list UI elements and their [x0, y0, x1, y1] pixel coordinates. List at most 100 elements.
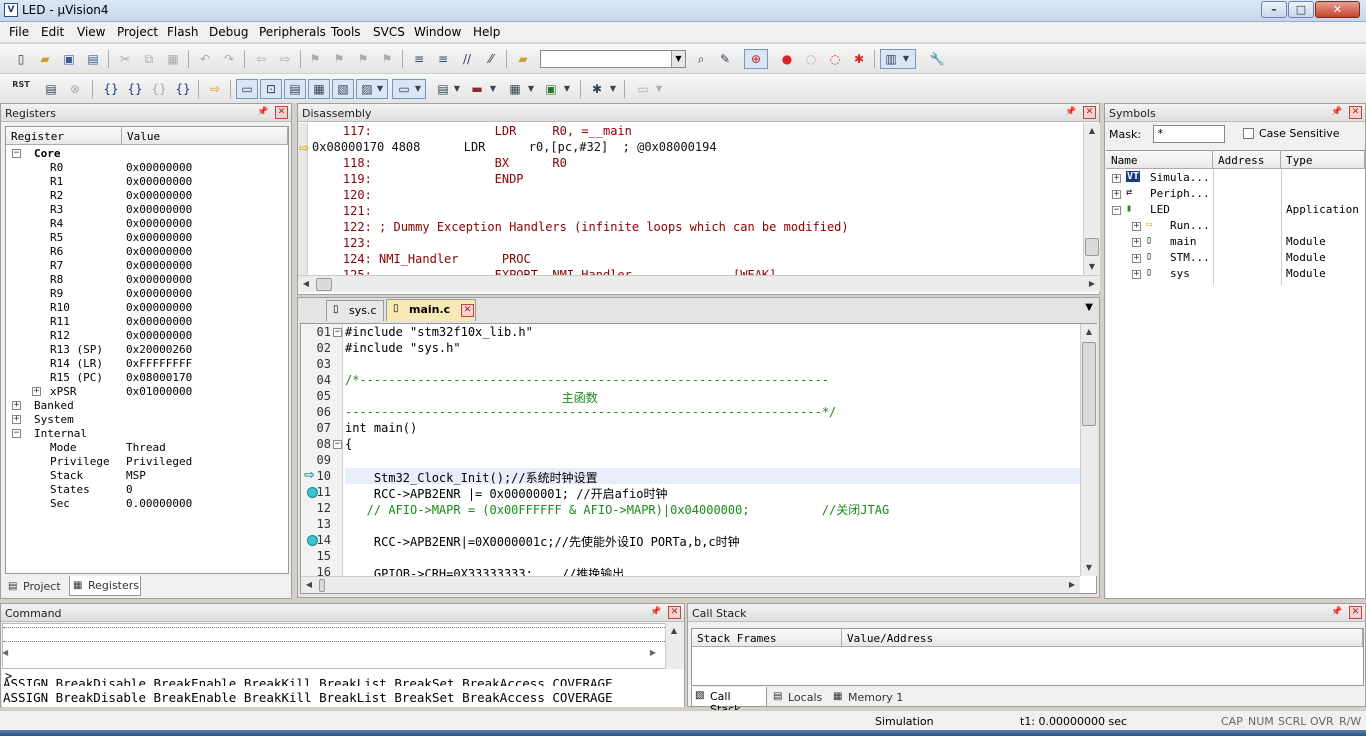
redo-icon[interactable]: ↷ [220, 50, 238, 68]
scroll-thumb[interactable] [1082, 342, 1096, 426]
incremental-find-icon[interactable]: ✎ [716, 50, 734, 68]
symbol-row[interactable]: + ▯ sys Module [1106, 267, 1365, 281]
column-header-value-address[interactable]: Value/Address [842, 629, 1363, 647]
scroll-down-icon[interactable]: ▼ [1084, 259, 1100, 275]
debug-session-button[interactable]: ⊕ [744, 49, 768, 69]
register-row[interactable]: R11 0x00000000 [6, 315, 288, 329]
logic-analyzer-icon[interactable]: ▬ [468, 80, 486, 98]
menu-svcs[interactable]: SVCS [373, 25, 405, 39]
save-icon[interactable]: ▣ [60, 50, 78, 68]
register-row[interactable]: R6 0x00000000 [6, 245, 288, 259]
disassembly-window-button[interactable]: ⊡ [260, 79, 282, 99]
scroll-up-icon[interactable]: ▲ [1084, 123, 1100, 139]
command-output[interactable] [2, 623, 666, 669]
uncomment-icon[interactable]: ⁄⁄ [482, 50, 500, 68]
disassembly-line[interactable]: 122: ; Dummy Exception Handlers (infinit… [314, 220, 849, 236]
close-icon[interactable]: ✕ [275, 106, 288, 119]
register-row[interactable]: R5 0x00000000 [6, 231, 288, 245]
scroll-down-icon[interactable]: ▼ [1081, 560, 1097, 576]
registers-window-button[interactable]: ▦ [308, 79, 330, 99]
tab-locals[interactable]: ▤ Locals [770, 688, 832, 708]
tab-registers[interactable]: ▦ Registers [69, 576, 141, 596]
code-line[interactable]: 主函数 [345, 389, 598, 405]
code-line[interactable]: int main() [345, 421, 417, 437]
register-row[interactable]: R0 0x00000000 [6, 161, 288, 175]
symbol-row[interactable]: + ⇄ Periph... [1106, 187, 1365, 201]
tab-main-c[interactable]: ▯ main.c ✕ [386, 299, 476, 321]
symbol-row[interactable]: + VT Simula... [1106, 171, 1365, 185]
symbols-window-button[interactable]: ▤ [284, 79, 306, 99]
scroll-thumb[interactable] [1085, 238, 1099, 256]
expand-icon[interactable]: + [1132, 238, 1141, 247]
pin-icon[interactable]: 📌 [1331, 106, 1343, 119]
minimize-button[interactable]: – [1261, 1, 1287, 18]
menu-window[interactable]: Window [414, 25, 461, 39]
bookmark-toggle-icon[interactable]: ⚑ [306, 50, 324, 68]
column-header-type[interactable]: Type [1281, 151, 1365, 169]
register-row[interactable]: Stack MSP [6, 469, 288, 483]
open-folder-icon[interactable]: ▰ [36, 50, 54, 68]
code-line[interactable]: ----------------------------------------… [345, 405, 836, 421]
code-line[interactable]: #include "stm32f10x_lib.h" [345, 325, 533, 341]
close-icon[interactable]: ✕ [1083, 106, 1096, 119]
disassembly-line[interactable]: 123: [314, 236, 372, 252]
debug-settings-icon[interactable]: ✱ [588, 80, 606, 98]
register-row[interactable]: R10 0x00000000 [6, 301, 288, 315]
disassembly-line[interactable]: 121: [314, 204, 372, 220]
menu-file[interactable]: File [9, 25, 29, 39]
scroll-left-icon[interactable]: ◀ [298, 276, 314, 292]
register-row[interactable]: R3 0x00000000 [6, 203, 288, 217]
disassembly-line[interactable]: 124: NMI_Handler PROC [314, 252, 531, 268]
run-to-cursor-icon[interactable]: {} [174, 80, 192, 98]
column-header-value[interactable]: Value [122, 127, 288, 145]
symbol-row[interactable]: + ▭ Run... [1106, 219, 1365, 233]
trace-window-icon[interactable]: ▭ [634, 80, 652, 98]
code-line[interactable]: Stm32_Clock_Init();//系统时钟设置 [345, 469, 598, 485]
fold-collapse-icon[interactable]: − [333, 440, 342, 449]
command-input-area[interactable]: > ASSIGN BreakDisable BreakEnable BreakK… [2, 669, 684, 707]
command-vscrollbar[interactable]: ▲ [665, 623, 683, 669]
close-icon[interactable]: ✕ [668, 606, 681, 619]
scroll-right-icon[interactable]: ▶ [1084, 276, 1100, 292]
scroll-left-icon[interactable]: ◀ [301, 577, 317, 593]
collapse-icon[interactable]: − [12, 149, 21, 158]
close-tab-icon[interactable]: ✕ [461, 304, 474, 317]
register-row[interactable]: + Banked [6, 399, 288, 413]
register-row[interactable]: R7 0x00000000 [6, 259, 288, 273]
memory-window-button[interactable]: ▭ ▼ [392, 79, 426, 99]
close-icon[interactable]: ✕ [1349, 606, 1362, 619]
menu-tools[interactable]: Tools [331, 25, 361, 39]
symbol-row[interactable]: − ▮ LED Application [1106, 203, 1365, 217]
expand-icon[interactable]: + [1132, 270, 1141, 279]
expand-icon[interactable]: + [1132, 254, 1141, 263]
register-row[interactable]: R2 0x00000000 [6, 189, 288, 203]
disassembly-line[interactable]: 118: BX R0 [314, 156, 567, 172]
configure-icon[interactable]: 🔧 [928, 50, 946, 68]
stop-icon[interactable]: ⊗ [66, 80, 84, 98]
scroll-left-icon[interactable]: ◀ [2, 648, 8, 657]
register-row[interactable]: R13 (SP) 0x20000260 [6, 343, 288, 357]
cut-icon[interactable]: ✂ [116, 50, 134, 68]
close-button[interactable]: ✕ [1315, 1, 1360, 18]
chevron-down-icon[interactable]: ▼ [488, 80, 498, 98]
execution-coverage-marker-icon[interactable] [307, 535, 318, 546]
column-header-register[interactable]: Register [6, 127, 122, 145]
paste-icon[interactable]: ▦ [164, 50, 182, 68]
menu-project[interactable]: Project [117, 25, 158, 39]
expand-icon[interactable]: + [32, 387, 41, 396]
disassembly-line[interactable]: 117: LDR R0, =__main [314, 124, 632, 140]
case-sensitive-checkbox[interactable] [1243, 128, 1254, 139]
editor-vscrollbar[interactable]: ▲ ▼ [1080, 324, 1097, 576]
expand-icon[interactable]: + [12, 415, 21, 424]
undo-icon[interactable]: ↶ [196, 50, 214, 68]
disassembly-line[interactable]: 0x08000170 4808 LDR r0,[pc,#32] ; @0x080… [312, 140, 717, 156]
symbol-row[interactable]: + ▯ STM... Module [1106, 251, 1365, 265]
comment-icon[interactable]: // [458, 50, 476, 68]
disable-breakpoints-icon[interactable]: ◌ [826, 50, 844, 68]
expand-icon[interactable]: + [1112, 190, 1121, 199]
reset-icon[interactable]: RST [12, 80, 30, 98]
code-line[interactable]: // AFIO->MAPR = (0x00FFFFFF & AFIO->MAPR… [345, 501, 890, 517]
register-row[interactable]: Mode Thread [6, 441, 288, 455]
register-row[interactable]: States 0 [6, 483, 288, 497]
disassembly-vscrollbar[interactable]: ▲ ▼ [1083, 123, 1100, 275]
